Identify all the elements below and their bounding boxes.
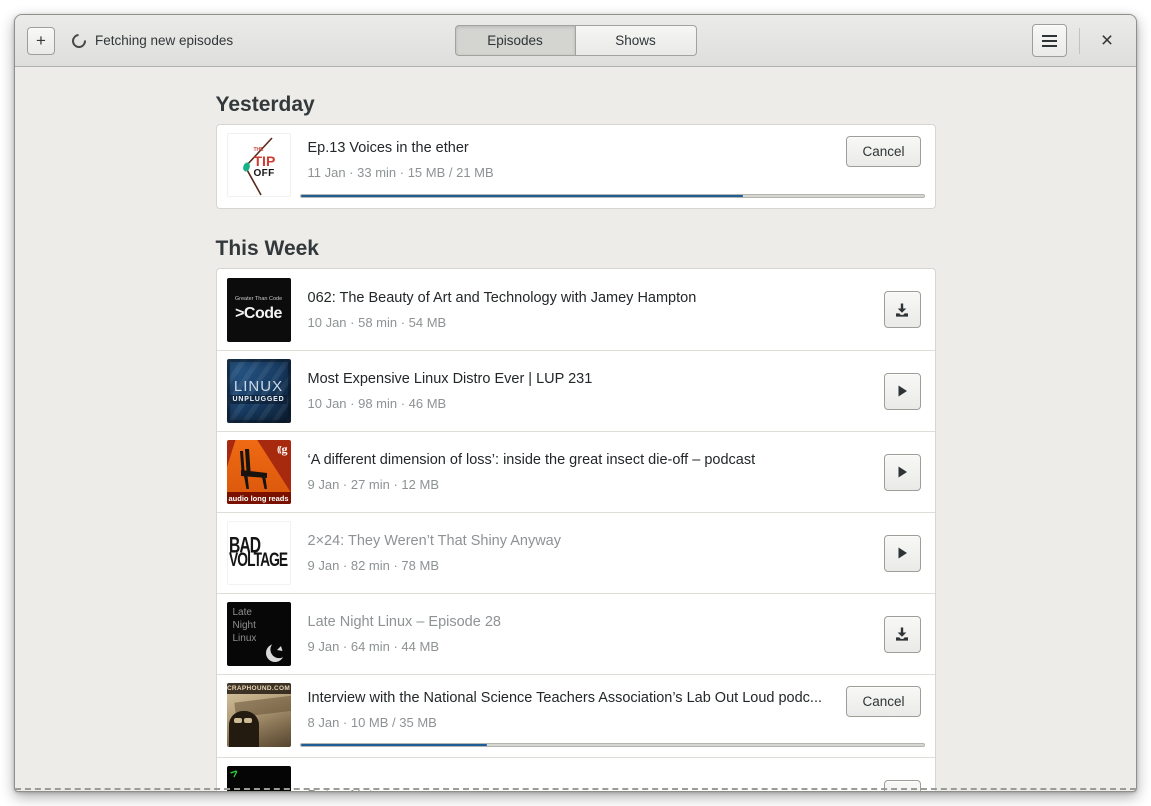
episode-meta: 10 Jan · 58 min · 54 MB [307,314,447,330]
episode-artwork-craphound: CRAPHOUND.COM [226,683,291,747]
episode-meta: 10 Jan · 98 min · 46 MB [307,396,447,411]
portrait-silhouette [228,711,259,747]
download-button[interactable] [883,779,921,792]
chair-art [239,449,267,489]
episode-title: 2×24: They Weren’t That Shiny Anyway [307,533,562,549]
hamburger-icon [1042,39,1057,42]
guardian-logo: ((g [277,442,288,456]
download-icon [894,790,910,792]
episode-list-this-week: Greater Than Code >Code 062: The Beauty … [215,268,936,792]
tab-episodes[interactable]: Episodes [454,25,576,56]
play-button[interactable] [883,534,921,572]
play-icon [898,385,907,397]
glasses-shape [233,718,252,723]
scroll-undershoot-indicator [15,788,1136,790]
header-separator [1079,27,1080,54]
episode-artwork-bad-voltage: BAD VOLTAGE [226,521,291,585]
glitch-pixels-shape [271,790,286,791]
download-progressbar [299,194,925,198]
episodes-view: Yesterday THE TIP OFF Ep.13 Voices in th… [15,67,1136,792]
episode-meta: 11 Jan · 33 min · 15 MB / 21 MB [307,165,494,180]
download-icon [896,627,908,641]
view-switcher: Episodes Shows [454,25,697,56]
episode-row[interactable]: LINUX UNPLUGGED Most Expensive Linux Dis… [216,350,935,431]
episode-title: Most Expensive Linux Distro Ever | LUP 2… [307,371,593,387]
download-button[interactable] [883,291,921,328]
episode-row[interactable]: Greater Than Code >Code 062: The Beauty … [217,269,935,350]
green-chevron-shape: > [226,766,242,781]
status-text: Fetching new episodes [95,33,234,48]
plus-icon: + [36,31,46,50]
section-title-this-week: This Week [215,237,319,260]
episode-title: ‘A different dimension of loss’: inside … [307,452,756,468]
episode-meta: 9 Jan · 82 min · 78 MB [307,558,440,573]
play-button[interactable] [883,453,921,491]
episode-title: Interview with the National Science Teac… [307,690,823,706]
episode-title: 062: The Beauty of Art and Technology wi… [307,289,697,306]
add-podcast-button[interactable]: + [27,26,55,55]
episode-row[interactable]: > JRL Bot or Not [216,757,935,792]
header-right-controls: × [1032,24,1124,58]
episode-meta: 9 Jan · 64 min · 44 MB [307,639,440,654]
play-icon [898,547,907,559]
episode-list-yesterday: THE TIP OFF Ep.13 Voices in the ether 11… [215,124,936,209]
tab-shows[interactable]: Shows [575,25,697,56]
episode-row[interactable]: THE TIP OFF Ep.13 Voices in the ether 11… [217,125,935,208]
play-button[interactable] [883,372,921,410]
episode-row[interactable]: CRAPHOUND.COM Interview with the Nationa… [216,674,935,757]
episode-artwork-linux-unplugged: LINUX UNPLUGGED [226,359,291,423]
episode-row[interactable]: BAD VOLTAGE 2×24: They Weren’t That Shin… [216,512,935,593]
episode-title: Late Night Linux – Episode 28 [307,614,501,630]
menu-button[interactable] [1032,24,1067,57]
section-title-yesterday: Yesterday [215,93,315,116]
play-icon [898,466,907,478]
episode-artwork-late-night-linux: Late Night Linux [226,602,291,666]
cancel-download-button[interactable]: Cancel [846,136,921,167]
loading-spinner-icon [69,30,89,51]
download-icon [896,303,908,317]
app-window: + Fetching new episodes Episodes Shows ×… [14,14,1137,792]
episode-meta: 8 Jan · 10 MB / 35 MB [307,715,437,730]
episode-row[interactable]: Late Night Linux Late Night Linux – Epis… [216,593,935,674]
crescent-moon-icon [265,640,288,662]
episode-title: Ep.13 Voices in the ether [307,140,469,156]
download-progressbar [299,743,925,747]
episode-row[interactable]: ((g audio long reads ‘A different dimens… [216,431,935,512]
header-bar: + Fetching new episodes Episodes Shows × [15,15,1136,67]
download-button[interactable] [883,615,921,653]
episode-artwork-greater-than-code: Greater Than Code >Code [226,277,291,342]
close-button[interactable]: × [1090,24,1124,58]
cancel-download-button[interactable]: Cancel [846,686,921,717]
episode-meta: 9 Jan · 27 min · 12 MB [307,477,440,492]
episode-artwork-audio-long-reads: ((g audio long reads [226,440,291,504]
episode-artwork-tip-off: THE TIP OFF [226,133,291,197]
